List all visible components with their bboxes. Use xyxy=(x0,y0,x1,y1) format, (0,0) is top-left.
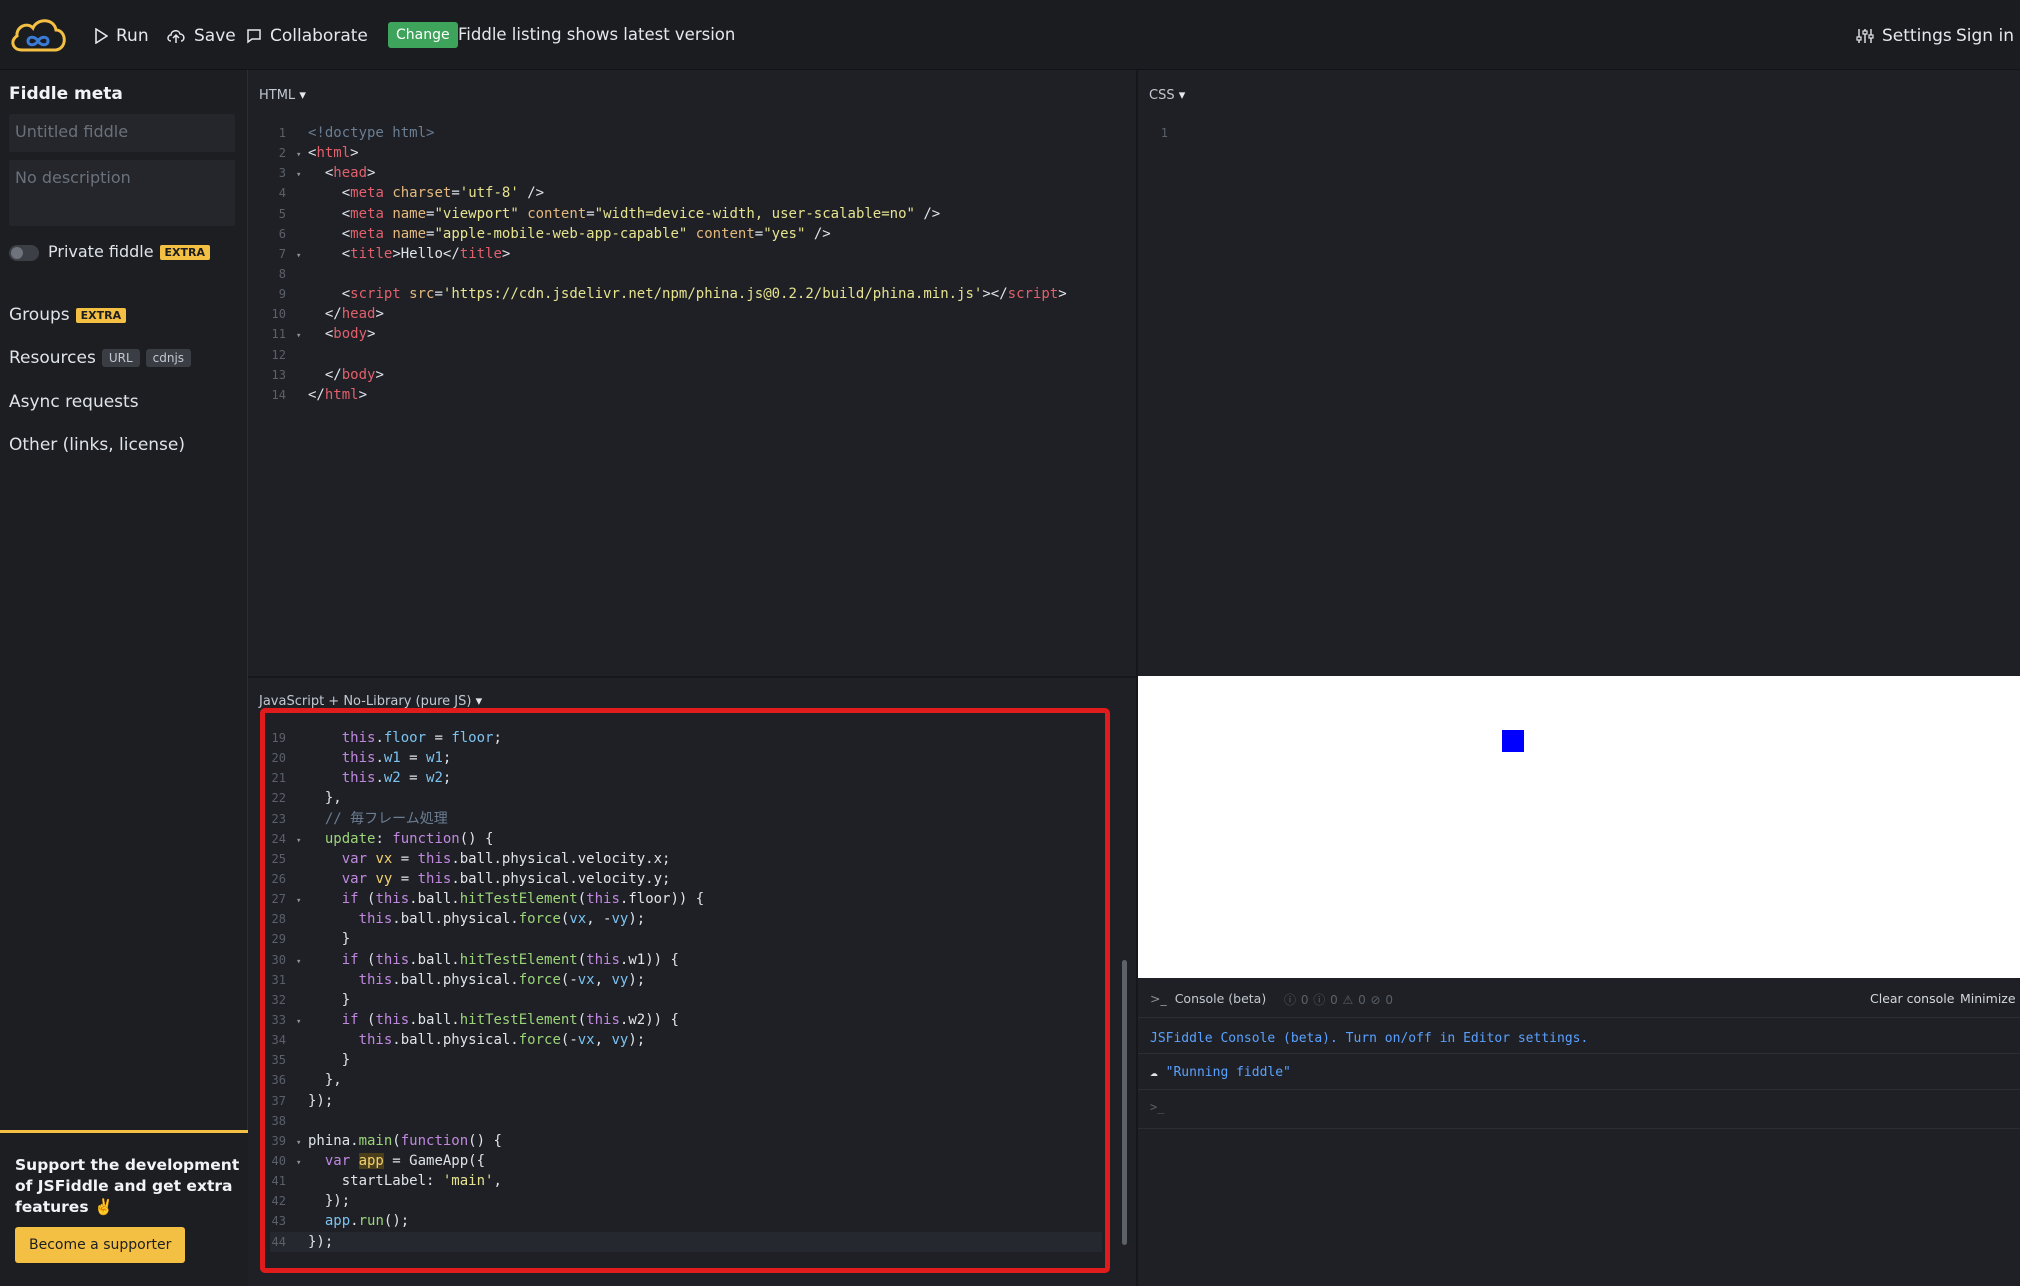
extra-tag: EXTRA xyxy=(159,245,211,260)
save-label: Save xyxy=(194,26,236,46)
cdnjs-tag[interactable]: cdnjs xyxy=(145,349,192,367)
extra-tag: EXTRA xyxy=(75,307,127,323)
terminal-icon: >_ xyxy=(1150,991,1167,1006)
chat-bubble-icon xyxy=(247,29,261,44)
change-badge[interactable]: Change xyxy=(388,22,458,48)
console-header: >_ Console (beta) ⓘ 0 ⓘ 0 ⚠ 0 ⊘ 0 Clear … xyxy=(1138,978,2020,1018)
code-line: 2 ▾ <html> xyxy=(278,145,359,162)
sidebar-item-async-requests[interactable]: Async requests xyxy=(9,392,139,412)
js-panel-label[interactable]: JavaScript + No-Library (pure JS) xyxy=(259,694,482,709)
console-title-label: Console (beta) xyxy=(1174,991,1267,1006)
horizontal-panel-divider[interactable] xyxy=(248,676,1136,678)
css-panel-label[interactable]: CSS xyxy=(1149,88,1185,103)
code-line: 6 <meta name="apple-mobile-web-app-capab… xyxy=(278,225,831,242)
support-box: Support the development of JSFiddle and … xyxy=(0,1130,248,1286)
sidebar-item-groups[interactable]: Groups EXTRA xyxy=(9,305,127,325)
private-fiddle-toggle[interactable] xyxy=(9,245,39,261)
play-icon xyxy=(95,28,108,44)
code-line: 5 <meta name="viewport" content="width=d… xyxy=(278,205,941,222)
console-log-text: "Running fiddle" xyxy=(1165,1065,1291,1080)
console-panel: >_ Console (beta) ⓘ 0 ⓘ 0 ⚠ 0 ⊘ 0 Clear … xyxy=(1138,978,2020,1286)
code-line: 9 <script src='https://cdn.jsdelivr.net/… xyxy=(278,286,1067,303)
html-editor-panel: HTML 1<!doctype html> 2▾<html> 3▾ <head>… xyxy=(248,70,1136,676)
fiddle-meta-sidebar: Fiddle meta Untitled fiddle No descripti… xyxy=(0,70,248,1286)
settings-label: Settings xyxy=(1882,26,1952,46)
resources-label: Resources xyxy=(9,348,96,368)
console-divider xyxy=(1138,1128,2020,1129)
private-fiddle-label: Private fiddle xyxy=(48,242,154,261)
code-line: 3 ▾ <head> xyxy=(278,165,376,182)
settings-button[interactable]: Settings xyxy=(1856,24,1952,48)
collaborate-button[interactable]: Collaborate xyxy=(246,24,368,48)
css-editor-panel: CSS 1 xyxy=(1138,70,2020,676)
cloud-icon: ☁ xyxy=(1150,1065,1158,1080)
support-text: Support the development of JSFiddle and … xyxy=(15,1156,240,1216)
sidebar-item-other[interactable]: Other (links, license) xyxy=(9,435,185,455)
sign-in-link[interactable]: Sign in xyxy=(1956,24,2014,48)
js-editor-scrollbar[interactable] xyxy=(1122,960,1127,1245)
code-line: 13 </body> xyxy=(271,366,384,383)
sign-in-label: Sign in xyxy=(1956,26,2014,46)
run-button[interactable]: Run xyxy=(94,24,149,48)
top-bar: Run Save Collaborate Change Fiddle listi… xyxy=(0,0,2020,70)
groups-label: Groups xyxy=(9,305,70,325)
result-preview[interactable] xyxy=(1138,676,2020,978)
collaborate-label: Collaborate xyxy=(270,26,368,46)
console-info-line: JSFiddle Console (beta). Turn on/off in … xyxy=(1138,1018,2020,1054)
code-line: 14 </html> xyxy=(271,386,368,403)
url-tag[interactable]: URL xyxy=(101,349,140,367)
cloud-upload-icon xyxy=(167,30,185,43)
private-fiddle-row: Private fiddle EXTRA xyxy=(48,242,211,261)
code-line: 1 xyxy=(1160,126,1168,140)
js-editor-highlight-frame xyxy=(260,708,1110,1273)
code-line: 8 xyxy=(278,266,286,281)
html-code[interactable]: 1 <!doctype html> 2 ▾ <html> 3 ▾ <head> 4 <m… xyxy=(256,123,1067,405)
fiddle-description-input[interactable]: No description xyxy=(9,160,235,226)
become-supporter-button[interactable]: Become a supporter xyxy=(15,1227,186,1263)
code-line: 4 <meta charset='utf-8' /> xyxy=(278,185,545,202)
save-button[interactable]: Save xyxy=(166,24,236,48)
version-notice: Fiddle listing shows latest version xyxy=(458,25,736,44)
css-code[interactable]: 1 xyxy=(1138,123,1178,143)
blue-square-sprite xyxy=(1502,730,1524,752)
clear-console-button[interactable]: Clear console xyxy=(1870,991,1954,1006)
console-message-counts: ⓘ 0 ⓘ 0 ⚠ 0 ⊘ 0 xyxy=(1284,993,1394,1007)
code-line: 11 ▾ <body> xyxy=(271,326,376,343)
console-input[interactable]: >_ xyxy=(1150,1100,1164,1114)
sidebar-title: Fiddle meta xyxy=(9,84,123,104)
code-line: 12 xyxy=(271,347,286,362)
sidebar-item-resources[interactable]: Resources URL cdnjs xyxy=(9,348,192,368)
sliders-icon xyxy=(1856,29,1874,43)
code-line: 1 <!doctype html> xyxy=(278,125,435,141)
console-log-line: ☁ "Running fiddle" xyxy=(1138,1054,2020,1090)
html-panel-label[interactable]: HTML xyxy=(259,88,306,103)
jsfiddle-logo-icon[interactable] xyxy=(8,14,68,56)
console-title: >_ Console (beta) xyxy=(1150,991,1266,1006)
code-line: 10 </head> xyxy=(271,306,384,323)
console-info-text: JSFiddle Console (beta). Turn on/off in … xyxy=(1150,1031,1589,1046)
code-line: 7 ▾ <title>Hello</title> xyxy=(278,245,511,262)
fiddle-title-input[interactable]: Untitled fiddle xyxy=(9,114,235,152)
run-label: Run xyxy=(116,26,149,46)
minimize-console-button[interactable]: Minimize xyxy=(1960,991,2016,1006)
